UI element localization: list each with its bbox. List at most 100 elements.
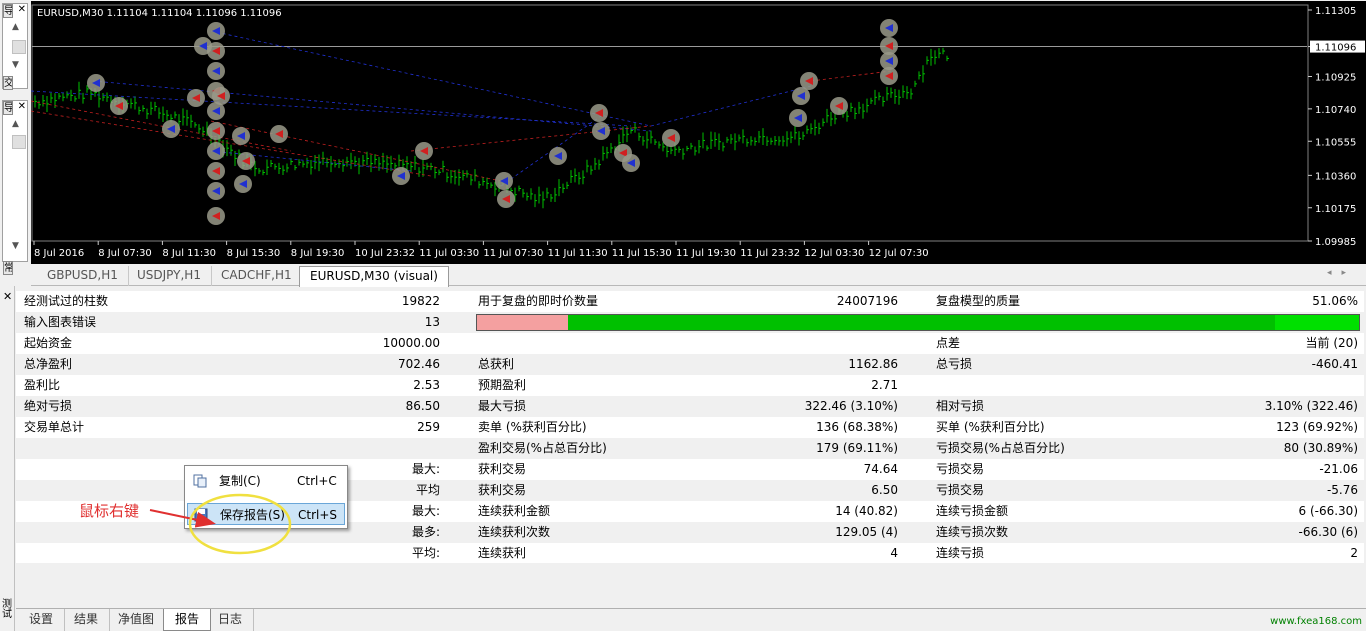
pane-tab-label[interactable]: 交 — [3, 76, 13, 90]
report-value: -5.76 — [1326, 483, 1358, 497]
tab-eurusd-visual[interactable]: EURUSD,M30 (visual) — [299, 266, 449, 287]
tab-journal[interactable]: 日志 — [207, 609, 255, 631]
chart-canvas[interactable]: 1.11305 1.11096 1.10925 1.10740 1.10555 1.103… — [31, 1, 1366, 264]
report-label: 点差 — [936, 336, 961, 350]
report-label: 获利交易 — [478, 483, 527, 497]
menu-item-copy[interactable]: 复制(C) Ctrl+C — [187, 470, 345, 492]
report-row[interactable]: 交易单总计 259 卖单 (%获利百分比) 136 (68.38%) 买单 (%获利百分… — [16, 417, 1364, 438]
report-label: 最大亏损 — [478, 399, 527, 413]
pane-tab-label[interactable]: 导 — [3, 101, 13, 115]
close-icon[interactable]: ✕ — [18, 4, 26, 16]
report-row[interactable]: 总净盈利 702.46 总获利 1162.86 总亏损 -460.41 — [16, 354, 1364, 375]
menu-item-label: 保存报告(S) — [220, 508, 285, 522]
price-label: 1.10360 — [1315, 171, 1356, 182]
report-label: 连续获利 — [478, 546, 527, 560]
time-label: 10 Jul 23:32 — [355, 248, 415, 259]
scroll-down-icon[interactable]: ▼ — [12, 60, 19, 70]
time-label: 8 Jul 07:30 — [98, 248, 152, 259]
price-label: 1.11096 — [1315, 43, 1356, 54]
report-label: 预期盈利 — [478, 378, 527, 392]
report-value: 74.64 — [863, 462, 898, 476]
report-label: 盈利交易(%占总百分比) — [478, 441, 607, 455]
report-value: 3.10% (322.46) — [1264, 399, 1358, 413]
report-value: 最大: — [411, 462, 440, 476]
scroll-up-icon[interactable]: ▲ — [12, 119, 19, 129]
menu-shortcut: Ctrl+S — [298, 508, 338, 522]
report-value: 最多: — [411, 525, 440, 539]
tab-results[interactable]: 结果 — [63, 609, 111, 631]
report-row[interactable]: 起始资金 10000.00 点差 当前 (20) — [16, 333, 1364, 354]
report-row[interactable]: 经测试过的柱数 19822 用于复盘的即时价数量 24007196 复盘模型的质量 51.… — [16, 291, 1364, 312]
report-value: 1162.86 — [848, 357, 898, 371]
scroll-down-icon[interactable]: ▼ — [12, 241, 19, 251]
market-watch-pane[interactable]: 导 ✕ ▲ ▼ 交 — [2, 3, 28, 90]
report-value: 6.50 — [871, 483, 898, 497]
report-label: 绝对亏损 — [24, 399, 73, 413]
terminal-bottom-tabs: 设置 结果 净值图 报告 日志 — [16, 608, 1366, 631]
report-label: 盈利比 — [24, 378, 61, 392]
report-value: 4 — [890, 546, 898, 560]
tab-settings[interactable]: 设置 — [18, 609, 66, 631]
tab-equity-graph[interactable]: 净值图 — [107, 609, 167, 631]
report-label: 获利交易 — [478, 462, 527, 476]
tab-report[interactable]: 报告 — [163, 609, 212, 631]
modelling-quality-bar — [476, 314, 1360, 331]
scroll-up-icon[interactable]: ▲ — [12, 22, 19, 32]
trade-dashed-line — [210, 30, 652, 127]
time-label: 11 Jul 11:30 — [548, 248, 608, 259]
report-value: 259 — [417, 420, 440, 434]
report-value: 179 (69.11%) — [816, 441, 898, 455]
terminal-label: 测试 — [2, 599, 12, 620]
tab-scroll-arrows-icon[interactable]: ◂▸ — [1327, 268, 1356, 278]
report-label: 亏损交易(%占总百分比) — [936, 441, 1065, 455]
scrollbar-thumb[interactable] — [12, 40, 26, 54]
menu-shortcut: Ctrl+C — [297, 474, 337, 488]
report-value: 13 — [424, 315, 440, 329]
report-value: 最大: — [411, 504, 440, 518]
report-label: 输入图表错误 — [24, 315, 97, 329]
report-value: 80 (30.89%) — [1283, 441, 1358, 455]
price-chart[interactable]: 1.11305 1.11096 1.10925 1.10740 1.10555 1.103… — [31, 1, 1366, 264]
report-label: 复盘模型的质量 — [936, 294, 1021, 308]
time-label: 11 Jul 19:30 — [676, 248, 736, 259]
report-row[interactable]: 盈利比 2.53 预期盈利 2.71 — [16, 375, 1364, 396]
quality-bar-bright-segment — [1275, 315, 1359, 330]
report-value: 322.46 (3.10%) — [804, 399, 898, 413]
report-value: 2 — [1350, 546, 1358, 560]
copy-icon — [193, 474, 207, 488]
report-label: 连续亏损金额 — [936, 504, 1009, 518]
time-label: 11 Jul 15:30 — [612, 248, 672, 259]
report-label: 卖单 (%获利百分比) — [478, 420, 587, 434]
report-value: -66.30 (6) — [1298, 525, 1359, 539]
navigator-pane[interactable]: 导 ✕ ▲ ▼ 常 — [2, 100, 28, 275]
tab-cadchf[interactable]: CADCHF,H1 — [211, 266, 303, 286]
trade-dashed-line — [810, 70, 892, 82]
report-row[interactable]: 输入图表错误 13 — [16, 312, 1364, 333]
report-row[interactable]: 绝对亏损 86.50 最大亏损 322.46 (3.10%) 相对亏损 3.10% (32… — [16, 396, 1364, 417]
scrollbar-thumb[interactable] — [12, 135, 26, 149]
tab-gbpusd[interactable]: GBPUSD,H1 — [37, 266, 129, 286]
tab-usdjpy[interactable]: USDJPY,H1 — [127, 266, 212, 286]
report-label: 用于复盘的即时价数量 — [478, 294, 599, 308]
trade-dashed-line — [31, 110, 432, 177]
pane-tab-label[interactable]: 常 — [3, 261, 13, 275]
report-value: 2.53 — [413, 378, 440, 392]
close-icon[interactable]: ✕ — [18, 101, 26, 113]
close-icon[interactable]: ✕ — [3, 290, 12, 303]
time-label: 12 Jul 03:30 — [804, 248, 864, 259]
report-label: 连续获利金额 — [478, 504, 551, 518]
report-label: 亏损交易 — [936, 483, 985, 497]
report-value: 19822 — [401, 294, 440, 308]
annotation-label: 鼠标右键 — [79, 502, 140, 520]
report-label: 总亏损 — [936, 357, 973, 371]
report-label: 连续获利次数 — [478, 525, 551, 539]
report-value: 2.71 — [871, 378, 898, 392]
report-label: 起始资金 — [24, 336, 73, 350]
report-value: 平均 — [415, 483, 440, 497]
menu-item-save-report[interactable]: 保存报告(S) Ctrl+S — [187, 503, 345, 525]
report-row[interactable]: 盈利交易(%占总百分比) 179 (69.11%) 亏损交易(%占总百分比) 80 (… — [16, 438, 1364, 459]
pane-tab-label[interactable]: 导 — [3, 4, 13, 18]
report-row[interactable]: 平均: 连续获利 4 连续亏损 2 — [16, 543, 1364, 564]
price-label: 1.11305 — [1315, 6, 1356, 17]
watermark: www.fxea168.com — [1270, 616, 1362, 627]
